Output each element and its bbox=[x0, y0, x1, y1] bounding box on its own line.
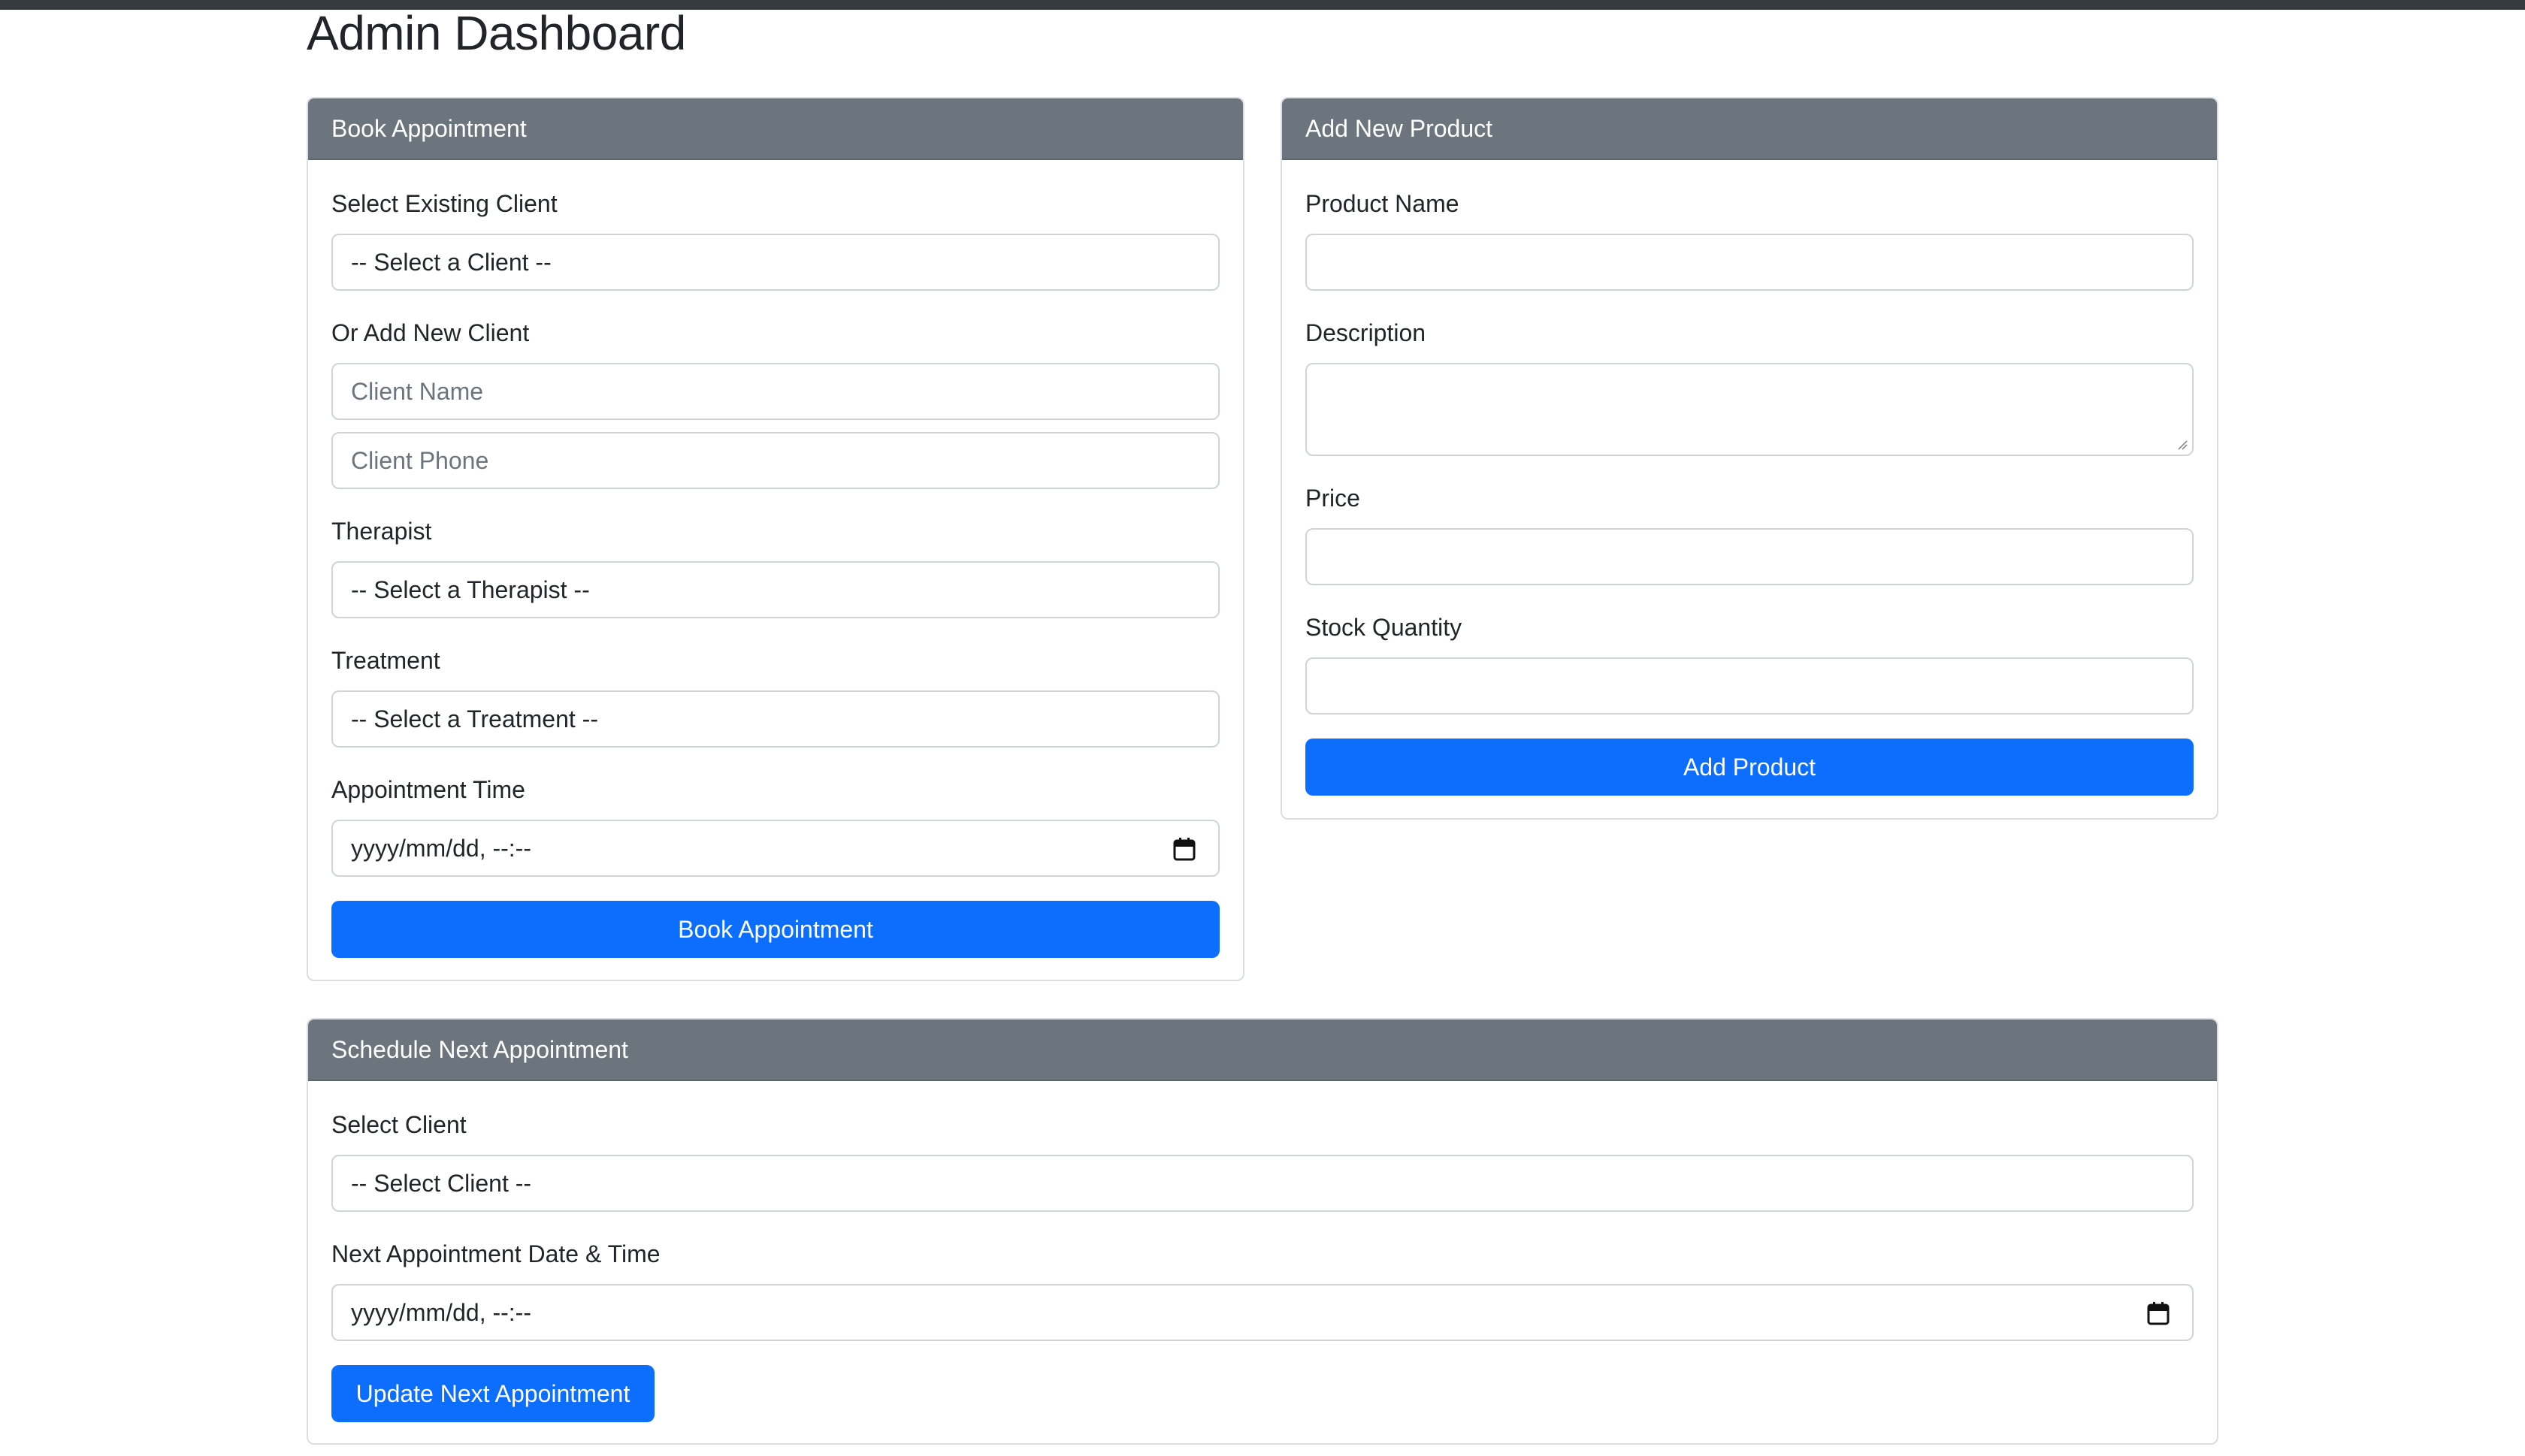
appointment-time-value: yyyy/mm/dd, --:-- bbox=[351, 835, 531, 862]
schedule-next-appointment-header: Schedule Next Appointment bbox=[308, 1020, 2217, 1081]
client-name-input[interactable]: Client Name bbox=[331, 363, 1220, 420]
new-client-label: Or Add New Client bbox=[331, 319, 530, 346]
add-product-button[interactable]: Add Product bbox=[1305, 739, 2194, 796]
calendar-icon[interactable] bbox=[1173, 837, 1196, 861]
existing-client-select[interactable]: -- Select a Client -- bbox=[331, 234, 1220, 291]
therapist-label: Therapist bbox=[331, 518, 432, 545]
update-next-appointment-button[interactable]: Update Next Appointment bbox=[331, 1365, 655, 1422]
client-phone-input[interactable]: Client Phone bbox=[331, 432, 1220, 489]
product-name-input[interactable] bbox=[1305, 234, 2194, 291]
stock-quantity-label: Stock Quantity bbox=[1305, 614, 1462, 641]
add-product-header: Add New Product bbox=[1282, 98, 2217, 160]
price-input[interactable] bbox=[1305, 528, 2194, 585]
page-title: Admin Dashboard bbox=[307, 6, 686, 60]
resize-grip-icon[interactable] bbox=[2177, 440, 2188, 450]
product-name-label: Product Name bbox=[1305, 190, 1459, 217]
description-textarea[interactable] bbox=[1305, 363, 2194, 456]
existing-client-label: Select Existing Client bbox=[331, 190, 558, 217]
calendar-icon[interactable] bbox=[2147, 1301, 2170, 1325]
description-label: Description bbox=[1305, 319, 1426, 346]
stock-quantity-input[interactable] bbox=[1305, 657, 2194, 714]
book-appointment-card: Book Appointment Select Existing Client … bbox=[307, 97, 1244, 981]
next-appointment-datetime-input[interactable]: yyyy/mm/dd, --:-- bbox=[331, 1284, 2194, 1341]
next-appointment-datetime-value: yyyy/mm/dd, --:-- bbox=[351, 1299, 531, 1326]
appointment-time-input[interactable]: yyyy/mm/dd, --:-- bbox=[331, 820, 1220, 877]
add-product-card: Add New Product Product Name Description… bbox=[1281, 97, 2218, 820]
appointment-time-label: Appointment Time bbox=[331, 776, 525, 803]
treatment-select[interactable]: -- Select a Treatment -- bbox=[331, 690, 1220, 748]
treatment-label: Treatment bbox=[331, 647, 440, 674]
select-client-label: Select Client bbox=[331, 1111, 467, 1138]
therapist-select[interactable]: -- Select a Therapist -- bbox=[331, 561, 1220, 618]
next-appointment-datetime-label: Next Appointment Date & Time bbox=[331, 1240, 661, 1267]
select-client-dropdown[interactable]: -- Select Client -- bbox=[331, 1155, 2194, 1212]
price-label: Price bbox=[1305, 485, 1360, 512]
schedule-next-appointment-card: Schedule Next Appointment Select Client … bbox=[307, 1018, 2218, 1445]
book-appointment-button[interactable]: Book Appointment bbox=[331, 901, 1220, 958]
book-appointment-header: Book Appointment bbox=[308, 98, 1243, 160]
